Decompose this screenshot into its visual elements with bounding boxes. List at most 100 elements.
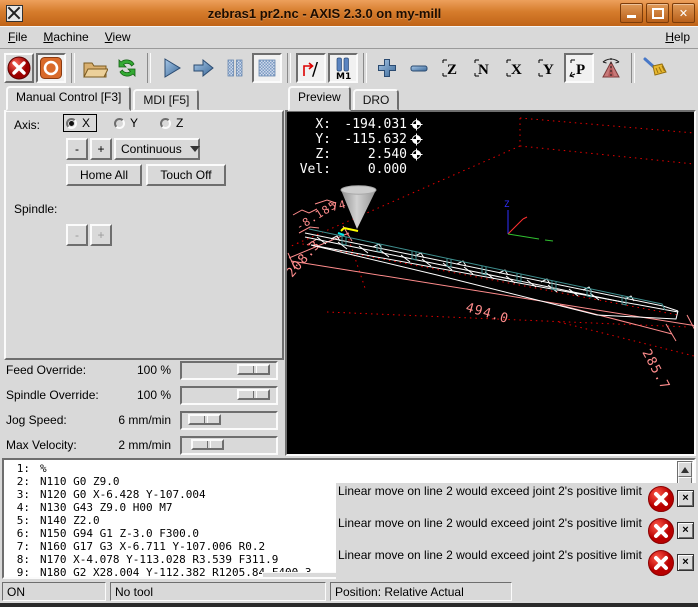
dro-readout: X: -194.031 Y: -115.632 Z: 2.540 Vel: 0.… [295, 117, 423, 177]
view-perspective-button[interactable]: P [564, 53, 594, 83]
touch-off-button[interactable]: Touch Off [146, 164, 226, 186]
error-icon [647, 485, 675, 513]
axis-radio-z[interactable]: Z [158, 115, 189, 131]
clear-plot-button[interactable] [640, 53, 670, 83]
rapid-moves [309, 229, 665, 310]
manual-control-panel: Axis: X Y Z - + Continuous Home All Touc… [4, 110, 284, 360]
dro-z-value: 2.540 [331, 147, 407, 162]
error-row: Linear move on line 2 would exceed joint… [336, 547, 696, 579]
max-velocity-value: 2 mm/min [118, 438, 171, 452]
unhomed-icon [410, 133, 423, 146]
rotate-view-button[interactable] [596, 53, 626, 83]
error-close-button[interactable]: × [677, 522, 694, 539]
zoom-out-button[interactable] [404, 53, 434, 83]
menu-file[interactable]: File [0, 27, 35, 47]
tab-preview[interactable]: Preview [288, 86, 351, 111]
open-file-button[interactable] [80, 53, 110, 83]
axes-indicator: Z [504, 200, 553, 241]
error-notifications: Linear move on line 2 would exceed joint… [336, 483, 696, 579]
radio-z-label: Z [176, 116, 183, 130]
stop-button[interactable] [252, 53, 282, 83]
view-z-button[interactable]: Z [436, 53, 466, 83]
tab-dro[interactable]: DRO [353, 89, 400, 111]
view-perspective-icon: P [567, 56, 591, 80]
step-button[interactable] [188, 53, 218, 83]
jog-speed-handle[interactable] [188, 414, 221, 425]
dimension-label-y: 285.7 [638, 347, 672, 393]
max-velocity-handle[interactable] [191, 439, 224, 450]
unhomed-icon [410, 148, 423, 161]
maximize-button[interactable] [646, 3, 669, 23]
dro-row-y: Y: -115.632 [295, 132, 423, 147]
error-row: Linear move on line 2 would exceed joint… [336, 483, 696, 515]
axis-radio-x[interactable]: X [64, 115, 96, 131]
error-close-button[interactable]: × [677, 554, 694, 571]
reload-button[interactable] [112, 53, 142, 83]
error-close-icon: × [682, 525, 688, 536]
dro-z-label: Z: [295, 147, 331, 162]
menu-machine[interactable]: Machine [35, 27, 96, 47]
spindle-override-handle[interactable] [237, 389, 270, 400]
view-x-button[interactable]: X [500, 53, 530, 83]
titlebar[interactable]: zebras1 pr2.nc - AXIS 2.3.0 on my-mill ✕ [0, 0, 698, 27]
close-button[interactable]: ✕ [672, 3, 695, 23]
tab-manual-control[interactable]: Manual Control [F3] [6, 86, 131, 111]
run-icon [159, 56, 183, 80]
spindle-override-label: Spindle Override: [6, 388, 99, 402]
preview-canvas[interactable]: 494.0 285.7 208.3 -74.6 -8.185 [285, 110, 696, 456]
gcode-line-number: 7: [4, 540, 30, 553]
gcode-line-text: N120 G0 X-6.428 Y-107.004 [40, 488, 206, 501]
menu-help[interactable]: Help [657, 27, 698, 47]
menubar: File Machine View Help [0, 26, 698, 49]
zoom-in-button[interactable] [372, 53, 402, 83]
slash-glyph: / [312, 59, 319, 80]
minimize-button[interactable] [620, 3, 643, 23]
axis-radio-y[interactable]: Y [112, 115, 144, 131]
spindle-override-value: 100 % [137, 388, 171, 402]
view-z2-glyph: N [478, 62, 489, 78]
machine-power-button[interactable] [36, 53, 66, 83]
feed-override-slider[interactable] [180, 361, 278, 380]
menu-view[interactable]: View [97, 27, 139, 47]
view-z2-button[interactable]: N [468, 53, 498, 83]
skip-lines-icon: / [299, 56, 323, 80]
radio-y-indicator [114, 118, 125, 129]
dro-vel-value: 0.000 [331, 162, 407, 177]
m1-glyph: M1 [336, 72, 351, 80]
max-velocity-slider[interactable] [180, 436, 278, 455]
gcode-line-number: 6: [4, 527, 30, 540]
spindle-minus-button[interactable]: - [66, 224, 88, 246]
rotate-view-icon [599, 56, 623, 80]
optional-pause-button[interactable]: M1 [328, 53, 358, 83]
spindle-override-slider[interactable] [180, 386, 278, 405]
skip-lines-button[interactable]: / [296, 53, 326, 83]
spindle-plus-button[interactable]: + [90, 224, 112, 246]
error-close-button[interactable]: × [677, 490, 694, 507]
scroll-up-button[interactable] [678, 462, 692, 477]
radio-z-indicator [160, 118, 171, 129]
home-all-button[interactable]: Home All [66, 164, 142, 186]
jog-speed-slider[interactable] [180, 411, 278, 430]
estop-button[interactable] [4, 53, 34, 83]
window-icon [6, 5, 23, 22]
run-button[interactable] [156, 53, 186, 83]
gcode-line-text: N170 X-4.078 Y-113.028 R3.539 F311.9 [40, 553, 278, 566]
status-tool: No tool [110, 582, 326, 601]
jog-minus-button[interactable]: - [66, 138, 88, 160]
gcode-line-number: 2: [4, 475, 30, 488]
toolbar-separator [147, 53, 151, 83]
step-arrow-icon [191, 56, 215, 80]
tab-mdi[interactable]: MDI [F5] [133, 89, 199, 111]
feed-override-handle[interactable] [237, 364, 270, 375]
view-y-button[interactable]: Y [532, 53, 562, 83]
error-message: Linear move on line 2 would exceed joint… [336, 516, 647, 531]
error-close-icon: × [682, 493, 688, 504]
pause-icon [223, 56, 247, 80]
pause-button[interactable] [220, 53, 250, 83]
statusbar: ON No tool Position: Relative Actual [0, 581, 698, 603]
jog-mode-select[interactable]: Continuous [114, 138, 200, 160]
toolbar-separator [287, 53, 291, 83]
minimize-icon [627, 15, 636, 18]
jog-plus-button[interactable]: + [90, 138, 112, 160]
toolbar-separator [71, 53, 75, 83]
